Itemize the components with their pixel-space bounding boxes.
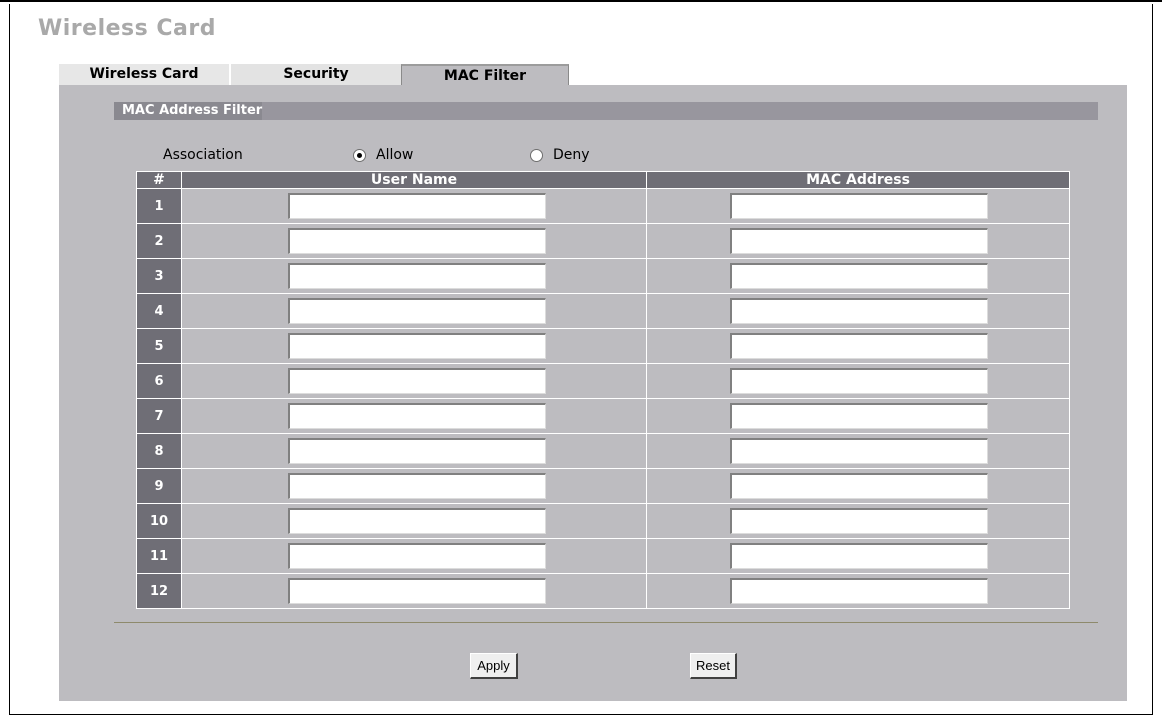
user-name-input[interactable] xyxy=(288,403,546,429)
col-header-index: # xyxy=(136,171,182,189)
table-row: 9 xyxy=(136,468,1070,504)
mac-address-input[interactable] xyxy=(730,263,988,289)
user-name-cell xyxy=(181,503,647,539)
table-row: 7 xyxy=(136,398,1070,434)
mac-filter-panel: MAC Address Filter Association Allow Den… xyxy=(59,85,1127,701)
user-name-input[interactable] xyxy=(288,263,546,289)
radio-deny-control[interactable] xyxy=(530,148,543,162)
mac-address-cell xyxy=(646,398,1070,434)
table-row: 5 xyxy=(136,328,1070,364)
table-header-row: # User Name MAC Address xyxy=(136,171,1070,189)
mac-address-cell xyxy=(646,293,1070,329)
user-name-input[interactable] xyxy=(288,578,546,604)
mac-address-cell xyxy=(646,363,1070,399)
reset-button[interactable]: Reset xyxy=(690,653,737,679)
page-frame: Wireless Card Wireless Card Security MAC… xyxy=(9,4,1153,715)
mac-address-cell xyxy=(646,188,1070,224)
user-name-input[interactable] xyxy=(288,193,546,219)
mac-address-input[interactable] xyxy=(730,368,988,394)
user-name-cell xyxy=(181,468,647,504)
row-index: 11 xyxy=(136,538,182,574)
page-title: Wireless Card xyxy=(38,16,216,41)
table-row: 11 xyxy=(136,538,1070,574)
radio-allow-control[interactable] xyxy=(353,148,366,162)
table-body: 1 2 3 4 5 6 7 8 9 10 11 12 xyxy=(136,188,1070,609)
user-name-cell xyxy=(181,188,647,224)
row-index: 2 xyxy=(136,223,182,259)
radio-allow[interactable]: Allow xyxy=(353,147,413,163)
table-row: 2 xyxy=(136,223,1070,259)
row-index: 7 xyxy=(136,398,182,434)
radio-deny-label: Deny xyxy=(553,147,590,163)
mac-address-input[interactable] xyxy=(730,333,988,359)
row-index: 8 xyxy=(136,433,182,469)
mac-filter-table: # User Name MAC Address 1 2 3 4 5 6 7 8 9 10 11 12 xyxy=(136,171,1070,609)
table-row: 6 xyxy=(136,363,1070,399)
mac-address-input[interactable] xyxy=(730,473,988,499)
user-name-input[interactable] xyxy=(288,543,546,569)
user-name-input[interactable] xyxy=(288,298,546,324)
user-name-input[interactable] xyxy=(288,438,546,464)
mac-address-input[interactable] xyxy=(730,543,988,569)
mac-address-cell xyxy=(646,503,1070,539)
top-rule xyxy=(0,0,1162,2)
mac-address-input[interactable] xyxy=(730,578,988,604)
mac-address-input[interactable] xyxy=(730,298,988,324)
mac-address-cell xyxy=(646,328,1070,364)
mac-address-cell xyxy=(646,468,1070,504)
user-name-input[interactable] xyxy=(288,508,546,534)
mac-address-cell xyxy=(646,573,1070,609)
table-row: 8 xyxy=(136,433,1070,469)
col-header-mac-address: MAC Address xyxy=(646,171,1070,189)
user-name-input[interactable] xyxy=(288,368,546,394)
user-name-cell xyxy=(181,328,647,364)
section-title: MAC Address Filter xyxy=(114,102,263,120)
row-index: 9 xyxy=(136,468,182,504)
mac-address-input[interactable] xyxy=(730,438,988,464)
user-name-cell xyxy=(181,538,647,574)
user-name-cell xyxy=(181,433,647,469)
col-header-user-name: User Name xyxy=(181,171,647,189)
row-index: 3 xyxy=(136,258,182,294)
row-index: 5 xyxy=(136,328,182,364)
association-label: Association xyxy=(163,147,243,163)
table-row: 1 xyxy=(136,188,1070,224)
user-name-input[interactable] xyxy=(288,228,546,254)
user-name-cell xyxy=(181,223,647,259)
mac-address-input[interactable] xyxy=(730,508,988,534)
row-index: 12 xyxy=(136,573,182,609)
tab-security[interactable]: Security xyxy=(229,64,401,85)
user-name-cell xyxy=(181,573,647,609)
user-name-cell xyxy=(181,398,647,434)
user-name-input[interactable] xyxy=(288,333,546,359)
tab-mac-filter[interactable]: MAC Filter xyxy=(401,64,569,85)
tab-wireless-card[interactable]: Wireless Card xyxy=(59,64,229,85)
mac-address-cell xyxy=(646,538,1070,574)
radio-deny[interactable]: Deny xyxy=(530,147,590,163)
divider xyxy=(114,622,1098,623)
user-name-cell xyxy=(181,363,647,399)
table-row: 12 xyxy=(136,573,1070,609)
table-row: 10 xyxy=(136,503,1070,539)
row-index: 4 xyxy=(136,293,182,329)
row-index: 6 xyxy=(136,363,182,399)
row-index: 10 xyxy=(136,503,182,539)
mac-address-input[interactable] xyxy=(730,193,988,219)
user-name-input[interactable] xyxy=(288,473,546,499)
mac-address-cell xyxy=(646,223,1070,259)
table-row: 4 xyxy=(136,293,1070,329)
mac-address-input[interactable] xyxy=(730,403,988,429)
radio-allow-label: Allow xyxy=(376,147,414,163)
mac-address-cell xyxy=(646,433,1070,469)
mac-address-input[interactable] xyxy=(730,228,988,254)
section-header-bar: MAC Address Filter xyxy=(114,102,1098,120)
apply-button[interactable]: Apply xyxy=(470,653,518,679)
user-name-cell xyxy=(181,293,647,329)
user-name-cell xyxy=(181,258,647,294)
mac-address-cell xyxy=(646,258,1070,294)
table-row: 3 xyxy=(136,258,1070,294)
row-index: 1 xyxy=(136,188,182,224)
